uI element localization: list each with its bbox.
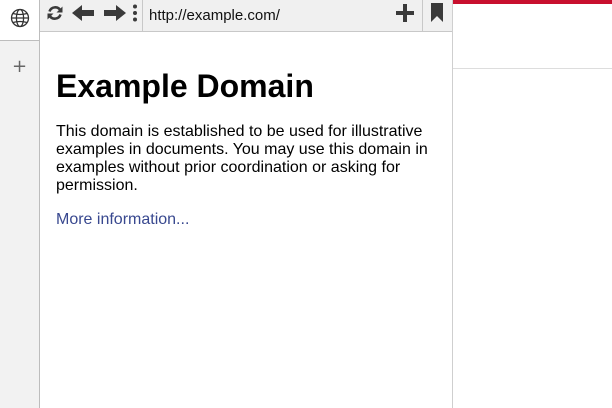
- accent-bar: [453, 0, 612, 4]
- reload-icon: [45, 3, 65, 28]
- browser-window: + http://example.com/ Example Domain Thi…: [0, 0, 612, 408]
- address-bar[interactable]: http://example.com/: [142, 0, 426, 31]
- navigation-toolbar: http://example.com/: [40, 0, 452, 32]
- plus-icon: [396, 3, 414, 27]
- new-tab-button[interactable]: +: [0, 55, 39, 79]
- bookmarks-button[interactable]: [427, 3, 447, 27]
- pane-divider: [453, 68, 612, 69]
- more-information-link[interactable]: More information...: [56, 211, 436, 229]
- new-tab-label: +: [11, 56, 28, 77]
- back-arrow-icon: [71, 3, 95, 28]
- globe-icon: [10, 8, 30, 33]
- tab-strip: +: [0, 0, 40, 408]
- forward-button[interactable]: [102, 4, 128, 26]
- reload-button[interactable]: [44, 4, 66, 26]
- toolbar-divider: [422, 0, 423, 31]
- forward-arrow-icon: [103, 3, 127, 28]
- more-menu-button[interactable]: [130, 4, 140, 26]
- page-description: This domain is established to be used fo…: [56, 123, 428, 194]
- browser-panel: http://example.com/ Example Domain This …: [40, 0, 453, 408]
- address-bar-url: http://example.com/: [149, 7, 280, 24]
- page-title: Example Domain: [56, 68, 314, 104]
- tab-example-domain[interactable]: [0, 0, 39, 41]
- back-button[interactable]: [70, 4, 96, 26]
- more-vertical-icon: [132, 3, 138, 28]
- bookmark-icon: [430, 3, 444, 27]
- page-content: Example Domain This domain is establishe…: [56, 32, 436, 229]
- add-bookmark-button[interactable]: [394, 3, 416, 27]
- secondary-pane: [453, 0, 612, 408]
